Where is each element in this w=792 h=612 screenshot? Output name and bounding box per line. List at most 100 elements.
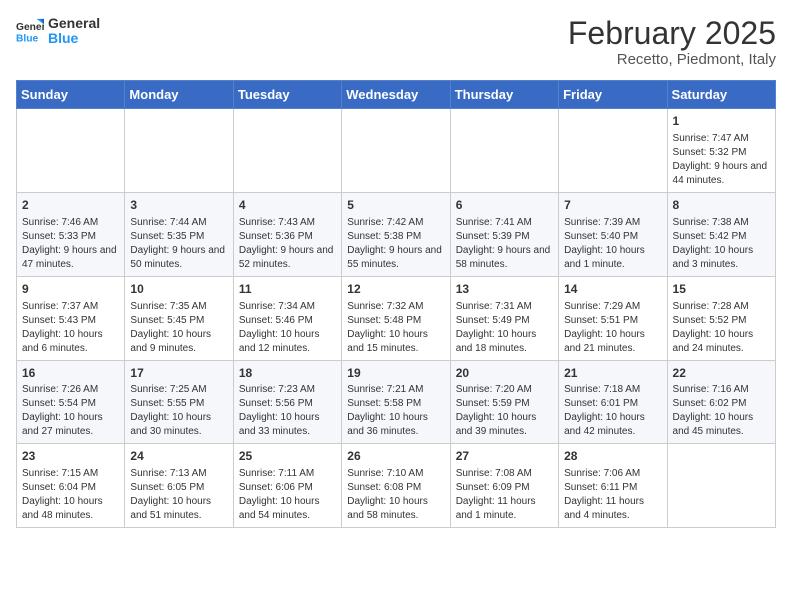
calendar-week-4: 16 Sunrise: 7:26 AM Sunset: 5:54 PM Dayli… <box>17 360 776 444</box>
day-info: Sunrise: 7:34 AM Sunset: 5:46 PM Dayligh… <box>239 301 320 354</box>
day-number: 7 <box>564 197 661 214</box>
header-cell-wednesday: Wednesday <box>342 81 450 109</box>
day-number: 14 <box>564 281 661 298</box>
day-number: 1 <box>673 113 770 130</box>
day-number: 9 <box>22 281 119 298</box>
logo-line2: Blue <box>48 31 100 46</box>
calendar-cell <box>667 444 775 528</box>
calendar-cell: 2 Sunrise: 7:46 AM Sunset: 5:33 PM Daylig… <box>17 192 125 276</box>
logo-line1: General <box>48 16 100 31</box>
day-number: 3 <box>130 197 227 214</box>
calendar-week-3: 9 Sunrise: 7:37 AM Sunset: 5:43 PM Daylig… <box>17 276 776 360</box>
day-info: Sunrise: 7:44 AM Sunset: 5:35 PM Dayligh… <box>130 217 225 270</box>
calendar-cell: 12 Sunrise: 7:32 AM Sunset: 5:48 PM Dayli… <box>342 276 450 360</box>
svg-text:Blue: Blue <box>16 34 39 45</box>
calendar-cell: 10 Sunrise: 7:35 AM Sunset: 5:45 PM Dayli… <box>125 276 233 360</box>
header-cell-saturday: Saturday <box>667 81 775 109</box>
day-number: 13 <box>456 281 553 298</box>
day-number: 8 <box>673 197 770 214</box>
header-cell-thursday: Thursday <box>450 81 558 109</box>
calendar-cell: 8Sunrise: 7:38 AM Sunset: 5:42 PM Daylig… <box>667 192 775 276</box>
page-header: General Blue General Blue February 2025 … <box>16 16 776 68</box>
day-info: Sunrise: 7:28 AM Sunset: 5:52 PM Dayligh… <box>673 301 754 354</box>
day-number: 10 <box>130 281 227 298</box>
day-info: Sunrise: 7:42 AM Sunset: 5:38 PM Dayligh… <box>347 217 442 270</box>
calendar-cell: 17 Sunrise: 7:25 AM Sunset: 5:55 PM Dayli… <box>125 360 233 444</box>
header-row: SundayMondayTuesdayWednesdayThursdayFrid… <box>17 81 776 109</box>
calendar-cell: 13 Sunrise: 7:31 AM Sunset: 5:49 PM Dayli… <box>450 276 558 360</box>
calendar-cell: 28 Sunrise: 7:06 AM Sunset: 6:11 PM Dayli… <box>559 444 667 528</box>
day-info: Sunrise: 7:37 AM Sunset: 5:43 PM Dayligh… <box>22 301 103 354</box>
calendar-cell: 22Sunrise: 7:16 AM Sunset: 6:02 PM Dayli… <box>667 360 775 444</box>
calendar-cell: 21 Sunrise: 7:18 AM Sunset: 6:01 PM Dayli… <box>559 360 667 444</box>
calendar-cell: 27Sunrise: 7:08 AM Sunset: 6:09 PM Dayli… <box>450 444 558 528</box>
day-number: 27 <box>456 448 553 465</box>
day-info: Sunrise: 7:39 AM Sunset: 5:40 PM Dayligh… <box>564 217 645 270</box>
day-number: 23 <box>22 448 119 465</box>
day-number: 21 <box>564 365 661 382</box>
calendar-cell: 25 Sunrise: 7:11 AM Sunset: 6:06 PM Dayli… <box>233 444 341 528</box>
day-number: 19 <box>347 365 444 382</box>
calendar-cell <box>17 109 125 193</box>
day-number: 25 <box>239 448 336 465</box>
day-number: 20 <box>456 365 553 382</box>
calendar-week-1: 1 Sunrise: 7:47 AM Sunset: 5:32 PM Daylig… <box>17 109 776 193</box>
svg-text:General: General <box>16 22 44 33</box>
day-number: 16 <box>22 365 119 382</box>
day-number: 6 <box>456 197 553 214</box>
day-info: Sunrise: 7:46 AM Sunset: 5:33 PM Dayligh… <box>22 217 117 270</box>
logo: General Blue General Blue <box>16 16 100 47</box>
calendar-cell: 18Sunrise: 7:23 AM Sunset: 5:56 PM Dayli… <box>233 360 341 444</box>
day-info: Sunrise: 7:47 AM Sunset: 5:32 PM Dayligh… <box>673 133 768 186</box>
day-info: Sunrise: 7:41 AM Sunset: 5:39 PM Dayligh… <box>456 217 551 270</box>
day-number: 26 <box>347 448 444 465</box>
day-info: Sunrise: 7:43 AM Sunset: 5:36 PM Dayligh… <box>239 217 334 270</box>
calendar-cell: 3 Sunrise: 7:44 AM Sunset: 5:35 PM Daylig… <box>125 192 233 276</box>
calendar-header: SundayMondayTuesdayWednesdayThursdayFrid… <box>17 81 776 109</box>
calendar-cell: 6 Sunrise: 7:41 AM Sunset: 5:39 PM Daylig… <box>450 192 558 276</box>
day-info: Sunrise: 7:06 AM Sunset: 6:11 PM Dayligh… <box>564 468 644 521</box>
day-number: 28 <box>564 448 661 465</box>
day-number: 4 <box>239 197 336 214</box>
day-number: 12 <box>347 281 444 298</box>
title-area: February 2025 Recetto, Piedmont, Italy <box>568 16 776 68</box>
day-number: 2 <box>22 197 119 214</box>
calendar-cell: 24 Sunrise: 7:13 AM Sunset: 6:05 PM Dayli… <box>125 444 233 528</box>
day-info: Sunrise: 7:13 AM Sunset: 6:05 PM Dayligh… <box>130 468 211 521</box>
day-info: Sunrise: 7:26 AM Sunset: 5:54 PM Dayligh… <box>22 384 103 437</box>
day-info: Sunrise: 7:35 AM Sunset: 5:45 PM Dayligh… <box>130 301 211 354</box>
calendar-cell: 23Sunrise: 7:15 AM Sunset: 6:04 PM Dayli… <box>17 444 125 528</box>
calendar-cell <box>450 109 558 193</box>
day-info: Sunrise: 7:23 AM Sunset: 5:56 PM Dayligh… <box>239 384 320 437</box>
calendar-cell: 4 Sunrise: 7:43 AM Sunset: 5:36 PM Daylig… <box>233 192 341 276</box>
day-number: 24 <box>130 448 227 465</box>
calendar-week-2: 2 Sunrise: 7:46 AM Sunset: 5:33 PM Daylig… <box>17 192 776 276</box>
day-number: 11 <box>239 281 336 298</box>
calendar-cell: 9 Sunrise: 7:37 AM Sunset: 5:43 PM Daylig… <box>17 276 125 360</box>
main-title: February 2025 <box>568 16 776 51</box>
day-info: Sunrise: 7:20 AM Sunset: 5:59 PM Dayligh… <box>456 384 537 437</box>
calendar-cell <box>559 109 667 193</box>
calendar-cell: 7 Sunrise: 7:39 AM Sunset: 5:40 PM Daylig… <box>559 192 667 276</box>
day-info: Sunrise: 7:32 AM Sunset: 5:48 PM Dayligh… <box>347 301 428 354</box>
header-cell-monday: Monday <box>125 81 233 109</box>
calendar-week-5: 23Sunrise: 7:15 AM Sunset: 6:04 PM Dayli… <box>17 444 776 528</box>
calendar-cell: 19 Sunrise: 7:21 AM Sunset: 5:58 PM Dayli… <box>342 360 450 444</box>
subtitle: Recetto, Piedmont, Italy <box>568 51 776 68</box>
day-info: Sunrise: 7:10 AM Sunset: 6:08 PM Dayligh… <box>347 468 428 521</box>
day-info: Sunrise: 7:29 AM Sunset: 5:51 PM Dayligh… <box>564 301 645 354</box>
day-info: Sunrise: 7:18 AM Sunset: 6:01 PM Dayligh… <box>564 384 645 437</box>
calendar-cell: 26 Sunrise: 7:10 AM Sunset: 6:08 PM Dayli… <box>342 444 450 528</box>
day-number: 5 <box>347 197 444 214</box>
day-info: Sunrise: 7:21 AM Sunset: 5:58 PM Dayligh… <box>347 384 428 437</box>
calendar-cell <box>233 109 341 193</box>
calendar-cell: 15Sunrise: 7:28 AM Sunset: 5:52 PM Dayli… <box>667 276 775 360</box>
day-info: Sunrise: 7:25 AM Sunset: 5:55 PM Dayligh… <box>130 384 211 437</box>
day-info: Sunrise: 7:11 AM Sunset: 6:06 PM Dayligh… <box>239 468 320 521</box>
calendar-body: 1 Sunrise: 7:47 AM Sunset: 5:32 PM Daylig… <box>17 109 776 528</box>
day-info: Sunrise: 7:31 AM Sunset: 5:49 PM Dayligh… <box>456 301 537 354</box>
calendar-cell <box>342 109 450 193</box>
calendar-cell: 1 Sunrise: 7:47 AM Sunset: 5:32 PM Daylig… <box>667 109 775 193</box>
day-info: Sunrise: 7:16 AM Sunset: 6:02 PM Dayligh… <box>673 384 754 437</box>
day-number: 17 <box>130 365 227 382</box>
